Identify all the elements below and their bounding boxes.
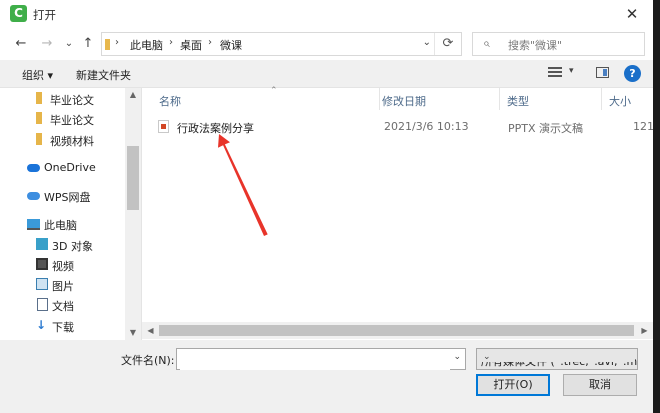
breadcrumb-desktop[interactable]: 桌面	[180, 37, 202, 53]
file-list-pane: 名称 ⌃ 修改日期 类型 大小 行政法案例分享 2021/3/6 10:13 P…	[141, 86, 654, 340]
sidebar-item-thesis-2[interactable]: 毕业论文	[0, 109, 125, 129]
sidebar-item-thesis-1[interactable]: 毕业论文	[0, 89, 125, 109]
sidebar-item-videos[interactable]: 视频	[0, 255, 125, 275]
scrollbar-thumb[interactable]	[159, 325, 634, 336]
file-type-dropdown-chevron-icon[interactable]: ⌄	[481, 352, 635, 362]
scroll-down-arrow-icon[interactable]: ▼	[125, 326, 141, 340]
help-icon[interactable]: ?	[624, 65, 641, 82]
breadcrumb-this-pc[interactable]: 此电脑	[130, 37, 163, 53]
scroll-up-arrow-icon[interactable]: ▲	[125, 88, 141, 102]
navigation-bar: ← → ⌄ ↑ › 此电脑 › 桌面 › 微课 ⌄ ⟳ ⌕ 搜索"微课"	[0, 30, 653, 60]
dialog-footer: 文件名(N): ⌄ 所有媒体文件 (*.trec,*.avi,*.mp ⌄ 打开…	[0, 340, 653, 413]
sidebar-item-label: 视频	[52, 260, 74, 273]
sidebar-item-pictures[interactable]: 图片	[0, 275, 125, 295]
annotation-arrow-shape	[218, 134, 268, 236]
sidebar-item-label: 毕业论文	[50, 94, 94, 107]
recent-locations-chevron-icon[interactable]: ⌄	[61, 36, 77, 52]
refresh-icon[interactable]: ⟳	[434, 33, 461, 55]
view-options-icon[interactable]	[548, 67, 562, 79]
search-box[interactable]: ⌕ 搜索"微课"	[472, 32, 645, 56]
forward-arrow-icon[interactable]: →	[39, 36, 55, 52]
address-bar[interactable]: › 此电脑 › 桌面 › 微课 ⌄ ⟳	[101, 32, 462, 56]
documents-icon	[37, 298, 48, 311]
dialog-title: 打开	[33, 8, 56, 22]
folder-icon	[36, 133, 42, 145]
sidebar-item-label: 毕业论文	[50, 114, 94, 127]
computer-icon	[27, 219, 40, 230]
onedrive-icon	[27, 164, 40, 172]
sidebar-item-label: 图片	[52, 280, 74, 293]
command-toolbar: 组织 ▾ 新建文件夹 ▾ ?	[0, 60, 653, 88]
sidebar-item-downloads[interactable]: ↓ 下载	[0, 316, 125, 336]
breadcrumb-separator: ›	[115, 37, 119, 48]
pictures-icon	[36, 278, 48, 290]
sidebar-item-label: 下载	[52, 321, 74, 334]
sidebar-item-label: 此电脑	[44, 219, 77, 232]
3d-objects-icon	[36, 238, 48, 250]
sidebar-item-label: 文档	[52, 300, 74, 313]
sidebar-item-label: 3D 对象	[52, 240, 93, 253]
open-button[interactable]: 打开(O)	[476, 374, 550, 396]
file-type-select[interactable]: 所有媒体文件 (*.trec,*.avi,*.mp ⌄	[476, 348, 638, 370]
address-dropdown-chevron-icon[interactable]: ⌄	[423, 37, 431, 48]
view-dropdown-chevron-icon[interactable]: ▾	[569, 66, 574, 76]
cancel-button[interactable]: 取消	[563, 374, 637, 396]
sidebar-item-this-pc[interactable]: 此电脑	[0, 214, 125, 234]
wps-cloud-icon	[27, 192, 40, 200]
back-arrow-icon[interactable]: ←	[13, 36, 29, 52]
sidebar-item-video-materials[interactable]: 视频材料	[0, 130, 125, 150]
filename-label: 文件名(N):	[121, 354, 175, 367]
downloads-icon: ↓	[36, 318, 47, 332]
sidebar-vertical-scrollbar[interactable]: ▲ ▼	[125, 88, 141, 340]
open-file-dialog: C 打开 ✕ ← → ⌄ ↑ › 此电脑 › 桌面 › 微课 ⌄ ⟳ ⌕ 搜索"…	[0, 0, 654, 413]
folder-icon	[36, 112, 42, 124]
file-list-horizontal-scrollbar[interactable]: ◀ ▶	[142, 322, 653, 339]
navigation-pane: 毕业论文 毕业论文 视频材料 OneDrive WPS网盘 此电脑 3D 对象	[0, 88, 141, 340]
search-icon: ⌕	[483, 36, 490, 50]
search-placeholder: 搜索"微课"	[508, 39, 563, 52]
sidebar-item-label: WPS网盘	[44, 191, 91, 204]
preview-pane-icon[interactable]	[596, 67, 609, 78]
sidebar-item-onedrive[interactable]: OneDrive	[0, 158, 125, 178]
breadcrumb-separator: ›	[208, 37, 212, 48]
sidebar-item-3d-objects[interactable]: 3D 对象	[0, 235, 125, 255]
scroll-left-arrow-icon[interactable]: ◀	[142, 322, 159, 339]
up-folder-arrow-icon[interactable]: ↑	[80, 36, 96, 52]
app-logo-icon: C	[10, 5, 27, 22]
folder-icon	[105, 39, 110, 50]
scroll-right-arrow-icon[interactable]: ▶	[636, 322, 653, 339]
close-icon[interactable]: ✕	[621, 4, 643, 24]
new-folder-button[interactable]: 新建文件夹	[76, 67, 131, 83]
filename-dropdown-chevron-icon[interactable]: ⌄	[453, 352, 461, 362]
scrollbar-thumb[interactable]	[127, 146, 139, 210]
sidebar-item-documents[interactable]: 文档	[0, 295, 125, 315]
sidebar-item-label: OneDrive	[44, 161, 96, 174]
title-bar: C 打开 ✕	[0, 0, 653, 30]
annotation-arrow	[218, 134, 268, 236]
sidebar-item-wps-cloud[interactable]: WPS网盘	[0, 186, 125, 206]
sidebar-item-label: 视频材料	[50, 135, 94, 148]
breadcrumb-separator: ›	[169, 37, 173, 48]
folder-icon	[36, 92, 42, 104]
videos-icon	[36, 258, 48, 270]
breadcrumb-weike[interactable]: 微课	[220, 37, 242, 53]
organize-button[interactable]: 组织 ▾	[22, 67, 53, 83]
filename-field[interactable]: ⌄	[176, 348, 466, 370]
filename-input[interactable]	[180, 350, 450, 370]
